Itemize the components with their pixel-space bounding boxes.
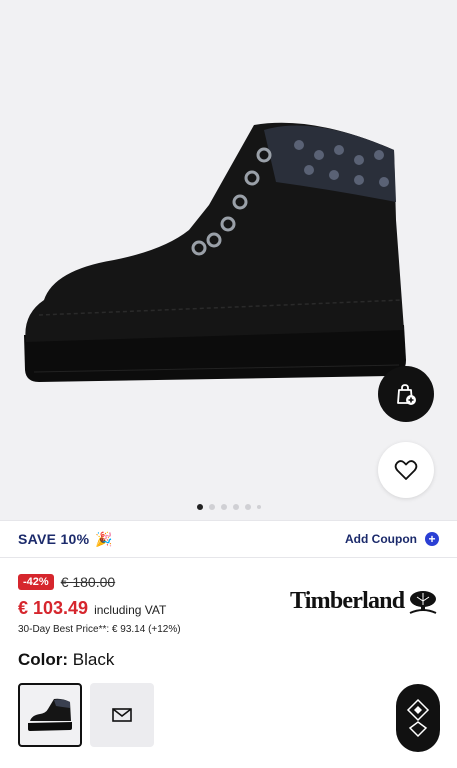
party-popper-icon: 🎉 [95, 530, 114, 547]
carousel-dot[interactable] [256, 505, 261, 509]
variant-thumb-wheat[interactable] [90, 683, 154, 747]
vat-note: including VAT [94, 603, 167, 617]
assistant-logo-button[interactable] [396, 684, 440, 752]
favorite-button[interactable] [378, 442, 434, 498]
brand-name: Timberland [290, 588, 405, 614]
carousel-dot[interactable] [220, 504, 227, 510]
carousel-dot[interactable] [196, 504, 203, 510]
original-price: € 180.00 [60, 574, 116, 590]
price-block: -42% € 180.00 € 103.49 including VAT 30-… [18, 574, 181, 635]
envelope-icon [112, 708, 132, 722]
carousel-dot[interactable] [208, 504, 215, 510]
carousel-dot[interactable] [232, 504, 239, 510]
color-label: Color: [18, 650, 69, 669]
carousel-indicator [0, 504, 457, 510]
promo-bar: SAVE 10% 🎉 Add Coupon + [0, 520, 457, 558]
plus-icon: + [425, 532, 439, 546]
product-image-carousel[interactable] [0, 0, 457, 520]
best-price-note: 30-Day Best Price**: € 93.14 (+12%) [18, 624, 181, 635]
promo-label: SAVE 10% [18, 531, 90, 547]
tree-logo-icon [409, 590, 437, 614]
carousel-dot[interactable] [244, 504, 251, 510]
save-promo: SAVE 10% 🎉 [18, 531, 113, 548]
black-boot-image [24, 122, 406, 382]
shopping-bag-plus-icon [397, 384, 416, 405]
heart-outline-icon [394, 460, 418, 480]
coupon-label: Add Coupon [345, 532, 417, 546]
color-value: Black [72, 650, 115, 669]
diamond-logo-icon [406, 698, 430, 738]
variant-thumb-black[interactable] [18, 683, 82, 747]
color-selector-label: Color: Black [18, 650, 114, 670]
add-coupon-button[interactable]: Add Coupon + [345, 532, 439, 546]
brand-logo[interactable]: Timberland [290, 588, 438, 615]
discount-badge: -42% [18, 574, 54, 590]
black-boot-thumb [28, 698, 72, 731]
current-price: € 103.49 [18, 598, 89, 618]
add-to-bag-button[interactable] [378, 366, 434, 422]
